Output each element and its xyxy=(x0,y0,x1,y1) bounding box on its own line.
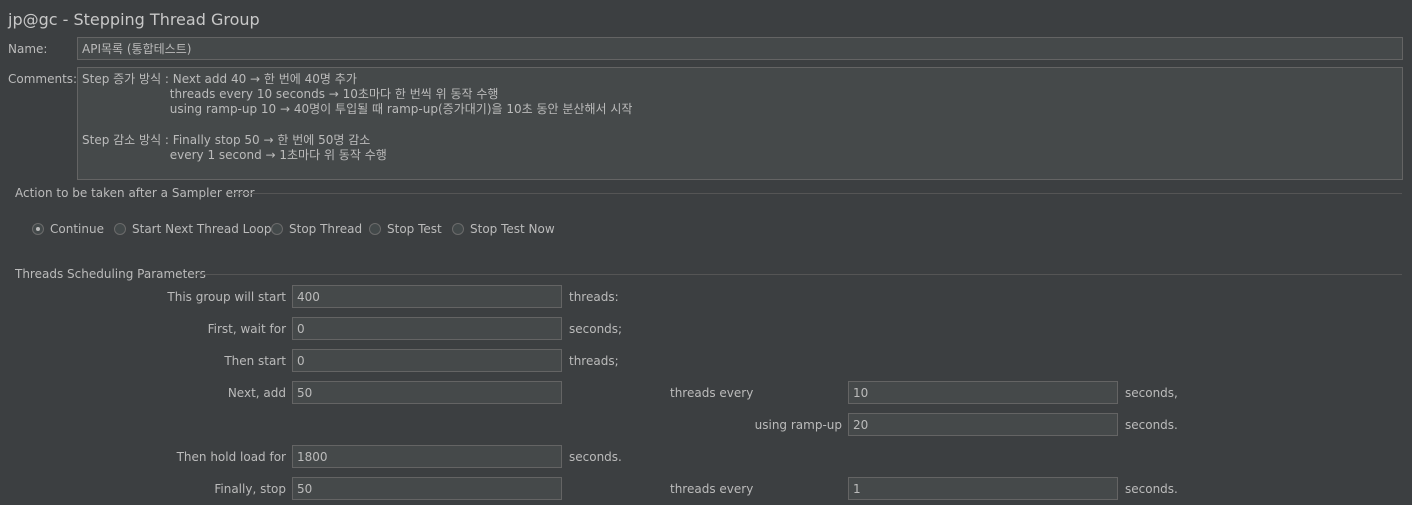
finally-stop-input[interactable] xyxy=(292,477,562,500)
section-divider xyxy=(194,274,1402,275)
hold-load-unit: seconds. xyxy=(569,450,622,464)
comments-line: using ramp-up 10 → 40명이 투입될 때 ramp-up(증가… xyxy=(82,102,633,117)
group-start-input[interactable] xyxy=(292,285,562,308)
comments-textarea[interactable]: Step 증가 방식 : Next add 40 → 한 번에 40명 추가 t… xyxy=(77,67,1403,180)
radio-stop-test[interactable]: Stop Test xyxy=(369,222,442,236)
window-title: jp@gc - Stepping Thread Group xyxy=(8,10,260,29)
name-field[interactable] xyxy=(77,37,1403,60)
radio-start-next-thread-loop[interactable]: Start Next Thread Loop xyxy=(114,222,271,236)
radio-unselected-icon xyxy=(452,223,464,235)
hold-load-label: Then hold load for xyxy=(176,450,286,464)
radio-unselected-icon xyxy=(369,223,381,235)
radio-unselected-icon xyxy=(114,223,126,235)
radio-stop-thread[interactable]: Stop Thread xyxy=(271,222,362,236)
name-label: Name: xyxy=(8,42,48,56)
group-start-label: This group will start xyxy=(167,290,286,304)
radio-selected-icon xyxy=(32,223,44,235)
group-start-unit: threads: xyxy=(569,290,619,304)
ramp-up-input[interactable] xyxy=(848,413,1118,436)
next-add-every-input[interactable] xyxy=(848,381,1118,404)
radio-unselected-icon xyxy=(271,223,283,235)
wait-for-label: First, wait for xyxy=(207,322,286,336)
then-start-input[interactable] xyxy=(292,349,562,372)
finally-stop-every-input[interactable] xyxy=(848,477,1118,500)
radio-label: Start Next Thread Loop xyxy=(132,222,272,236)
radio-label: Stop Test xyxy=(387,222,442,236)
next-add-label: Next, add xyxy=(227,386,286,400)
ramp-up-unit: seconds. xyxy=(1125,418,1178,432)
then-start-unit: threads; xyxy=(569,354,619,368)
comments-line: every 1 second → 1초마다 위 동작 수행 xyxy=(82,148,387,163)
radio-continue[interactable]: Continue xyxy=(32,222,104,236)
radio-stop-test-now[interactable]: Stop Test Now xyxy=(452,222,555,236)
radio-label: Stop Test Now xyxy=(470,222,555,236)
radio-label: Stop Thread xyxy=(289,222,363,236)
ramp-up-label: using ramp-up xyxy=(754,418,842,432)
finally-stop-label: Finally, stop xyxy=(214,482,286,496)
section-divider xyxy=(232,193,1402,194)
scheduling-title: Threads Scheduling Parameters xyxy=(15,267,206,281)
next-add-every-label: threads every xyxy=(670,386,754,400)
comments-label: Comments: xyxy=(8,72,78,86)
wait-for-unit: seconds; xyxy=(569,322,623,336)
wait-for-input[interactable] xyxy=(292,317,562,340)
next-add-input[interactable] xyxy=(292,381,562,404)
comments-line: Step 감소 방식 : Finally stop 50 → 한 번에 50명 … xyxy=(82,132,371,147)
then-start-label: Then start xyxy=(224,354,286,368)
hold-load-input[interactable] xyxy=(292,445,562,468)
finally-stop-unit: seconds. xyxy=(1125,482,1178,496)
finally-stop-every-label: threads every xyxy=(670,482,754,496)
comments-line xyxy=(82,118,1398,133)
comments-line: threads every 10 seconds → 10초마다 한 번씩 위 … xyxy=(82,87,499,102)
comments-line: Step 증가 방식 : Next add 40 → 한 번에 40명 추가 xyxy=(82,72,357,86)
next-add-unit: seconds, xyxy=(1125,386,1178,400)
radio-label: Continue xyxy=(50,222,104,236)
error-action-title: Action to be taken after a Sampler error xyxy=(15,186,255,200)
